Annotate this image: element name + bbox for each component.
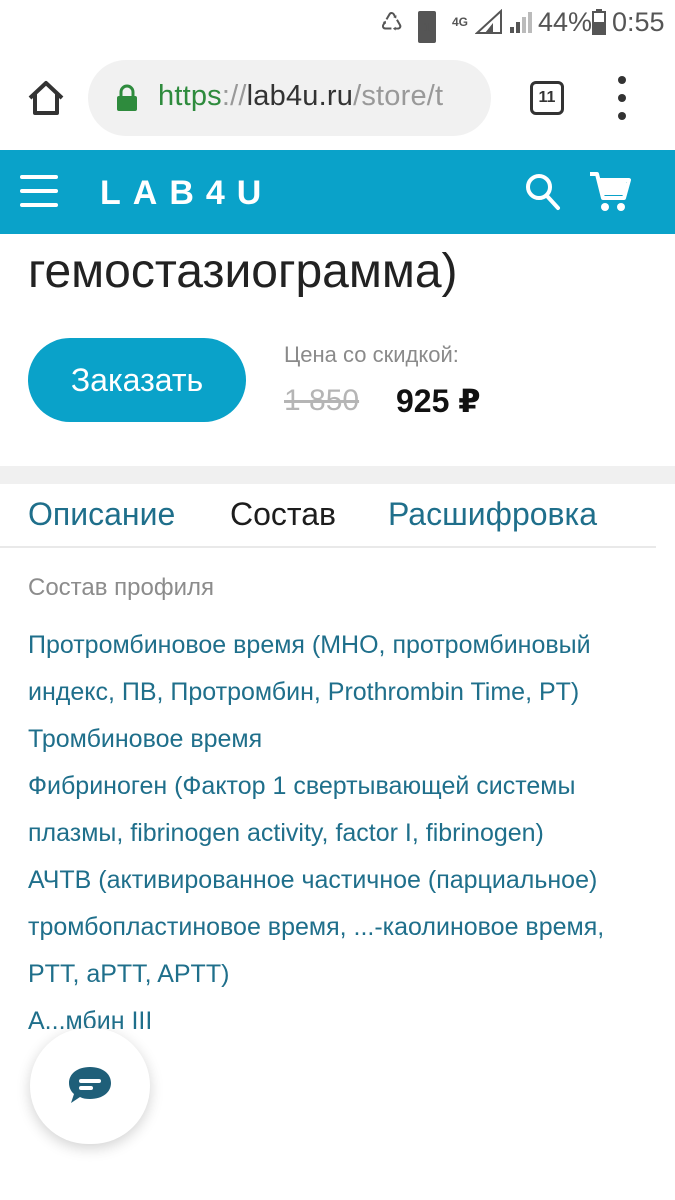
menu-dot — [618, 76, 626, 84]
network-type: 4G — [452, 15, 469, 29]
tab-description[interactable]: Описание — [28, 496, 175, 533]
signal-icon — [508, 6, 534, 38]
url-text: https://lab4u.ru/store/t — [158, 80, 443, 113]
sim-badge: 1 — [418, 11, 436, 43]
cart-icon — [590, 172, 631, 211]
order-button[interactable]: Заказать — [28, 338, 246, 422]
section-divider — [0, 466, 675, 484]
browser-menu-button[interactable] — [612, 76, 632, 120]
address-bar[interactable]: https://lab4u.ru/store/t — [88, 60, 491, 136]
status-bar: ♺ 1 4G 44% 0:55 — [0, 0, 675, 44]
recycle-icon: ♺ — [380, 6, 404, 37]
hamburger-icon[interactable] — [20, 175, 58, 207]
composition-list: Протромбиновое время (МНО, протромбиновы… — [28, 622, 648, 1045]
battery-icon — [592, 6, 606, 38]
list-item[interactable]: Фибриноген (Фактор 1 свертывающей систем… — [28, 763, 648, 857]
site-logo[interactable]: LAB4U — [100, 174, 273, 213]
chat-icon — [69, 1067, 111, 1103]
product-tabs: Описание Состав Расшифровка — [0, 484, 675, 548]
tab-interpretation[interactable]: Расшифровка — [388, 496, 597, 533]
menu-dot — [618, 112, 626, 120]
cart-button[interactable] — [588, 170, 632, 214]
home-button[interactable] — [22, 74, 70, 122]
menu-dot — [618, 94, 626, 102]
signal-icon — [475, 6, 503, 38]
list-item[interactable]: АЧТВ (активированное частичное (парциаль… — [28, 857, 648, 998]
clock: 0:55 — [612, 6, 665, 37]
lock-icon — [117, 84, 137, 111]
tab-switcher-button[interactable]: 11 — [530, 81, 564, 115]
list-item[interactable]: Протромбиновое время (МНО, протромбиновы… — [28, 622, 648, 716]
price-label: Цена со скидкой: — [284, 342, 459, 367]
page-title: гемостазиограмма) — [28, 245, 458, 298]
site-header: LAB4U — [0, 150, 675, 234]
url-scheme: https — [158, 80, 222, 112]
url-path: /store/t — [353, 80, 444, 112]
discount-price: 925 ₽ — [396, 383, 481, 419]
tabs-divider — [0, 546, 656, 548]
old-price: 1 850 — [284, 384, 360, 417]
browser-toolbar: https://lab4u.ru/store/t 11 — [0, 44, 675, 152]
url-separator: :// — [221, 80, 247, 112]
url-host: lab4u.ru — [246, 80, 354, 112]
search-button[interactable] — [524, 172, 562, 212]
tab-composition[interactable]: Состав — [230, 496, 336, 533]
list-item[interactable]: Тромбиновое время — [28, 716, 648, 763]
battery-percent: 44% — [538, 6, 593, 37]
home-icon — [28, 81, 64, 115]
search-icon — [526, 174, 560, 210]
composition-label: Состав профиля — [28, 574, 215, 601]
chat-button[interactable] — [30, 1028, 150, 1144]
